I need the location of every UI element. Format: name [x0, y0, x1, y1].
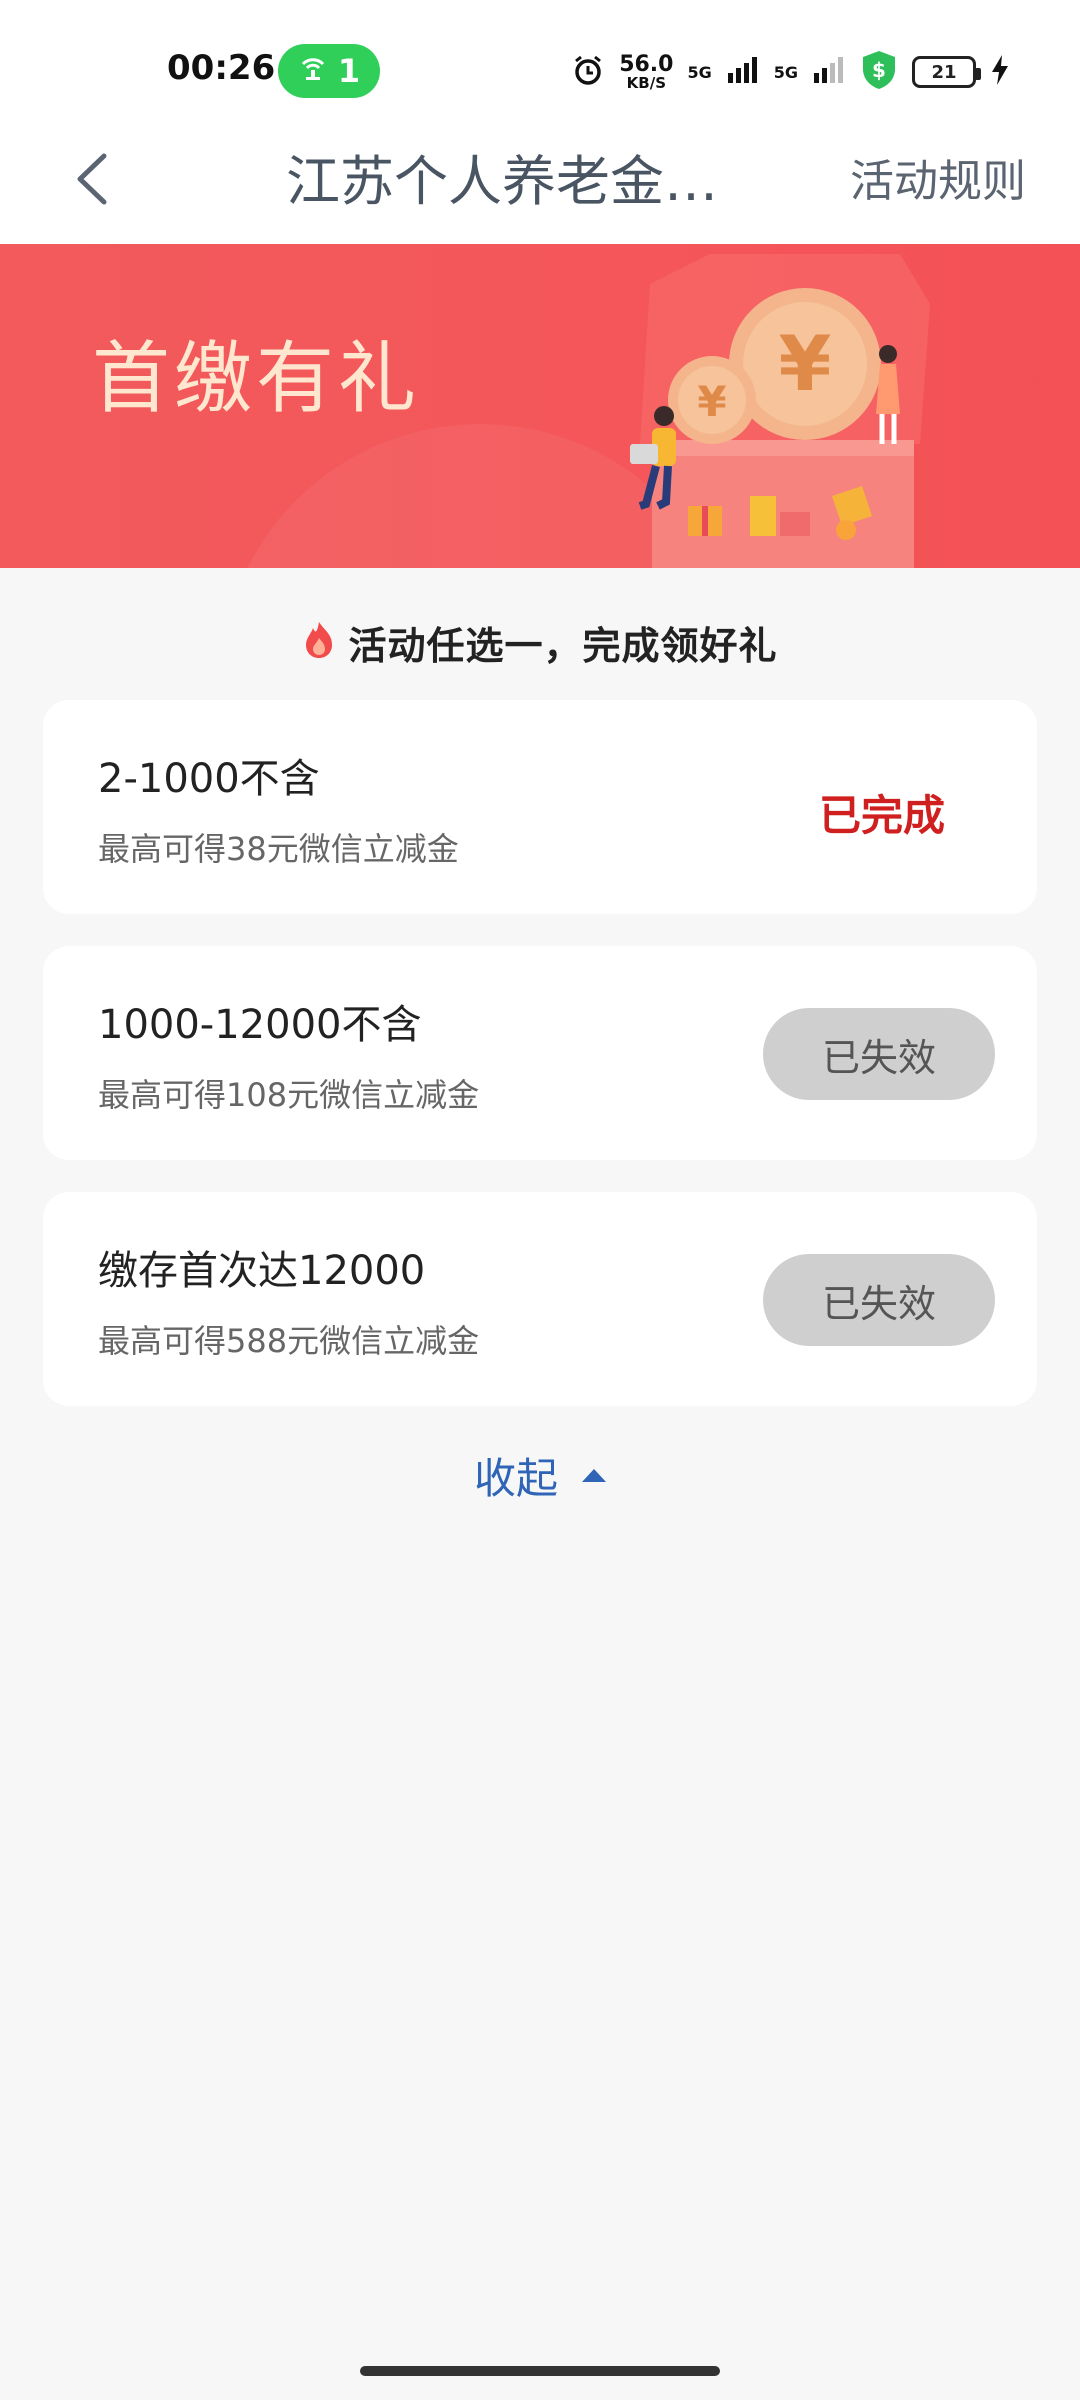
coins-gift-illustration: ¥ ¥ — [630, 254, 930, 568]
task-title: 2-1000不含 — [98, 756, 320, 802]
battery-indicator: 21 — [912, 56, 981, 88]
security-shield-icon: $ — [860, 49, 898, 95]
battery-level: 21 — [931, 61, 957, 83]
back-arrow-icon — [77, 153, 107, 205]
tip-text: 活动任选一，完成领好礼 — [348, 623, 778, 668]
hotspot-icon — [298, 52, 328, 90]
status-expired-button[interactable]: 已失效 — [763, 1254, 995, 1346]
task-reward: 最高可得588元微信立减金 — [98, 1322, 480, 1360]
task-title: 1000-12000不含 — [98, 1002, 422, 1048]
back-button[interactable] — [60, 144, 130, 214]
promo-banner: 首缴有礼 ¥ ¥ — [0, 244, 1080, 568]
status-bar: 00:26 1 56.0 KB/S 5G 5G $ 21 — [0, 0, 1080, 120]
page-title: 江苏个人养老金首... — [286, 150, 766, 213]
svg-text:$: $ — [872, 58, 886, 82]
task-reward: 最高可得38元微信立减金 — [98, 830, 459, 868]
svg-text:¥: ¥ — [779, 319, 832, 408]
speed-value: 56.0 — [619, 51, 674, 77]
caret-up-icon — [582, 1468, 606, 1482]
task-reward: 最高可得108元微信立减金 — [98, 1076, 480, 1114]
network-speed: 56.0 KB/S — [619, 51, 674, 92]
task-card[interactable]: 2-1000不含 最高可得38元微信立减金 已完成 — [43, 700, 1037, 914]
speed-unit: KB/S — [626, 73, 666, 92]
task-card[interactable]: 1000-12000不含 最高可得108元微信立减金 已失效 — [43, 946, 1037, 1160]
network-type-1: 5G — [687, 62, 712, 82]
banner-title: 首缴有礼 — [92, 334, 421, 424]
status-completed: 已完成 — [818, 791, 945, 840]
charging-icon — [990, 54, 1010, 90]
alarm-icon — [571, 53, 605, 91]
status-icons: 56.0 KB/S 5G 5G $ 21 — [571, 44, 1010, 100]
task-title: 缴存首次达12000 — [98, 1248, 426, 1294]
fire-icon — [302, 620, 336, 664]
task-card[interactable]: 缴存首次达12000 最高可得588元微信立减金 已失效 — [43, 1192, 1037, 1406]
collapse-button[interactable]: 收起 — [0, 1440, 1080, 1510]
signal-icon — [726, 55, 760, 89]
home-indicator[interactable] — [360, 2366, 720, 2376]
hotspot-indicator: 1 — [278, 44, 380, 98]
svg-text:¥: ¥ — [697, 377, 726, 426]
app-header: 江苏个人养老金首... 活动规则 — [0, 120, 1080, 244]
hotspot-count: 1 — [337, 52, 361, 90]
collapse-label: 收起 — [473, 1453, 558, 1503]
status-time: 00:26 — [167, 48, 276, 88]
network-type-2: 5G — [773, 62, 798, 82]
activity-rules-link[interactable]: 活动规则 — [850, 150, 1026, 214]
status-expired-button[interactable]: 已失效 — [763, 1008, 995, 1100]
signal-icon — [812, 55, 846, 89]
activity-tip: 活动任选一，完成领好礼 — [0, 612, 1080, 672]
